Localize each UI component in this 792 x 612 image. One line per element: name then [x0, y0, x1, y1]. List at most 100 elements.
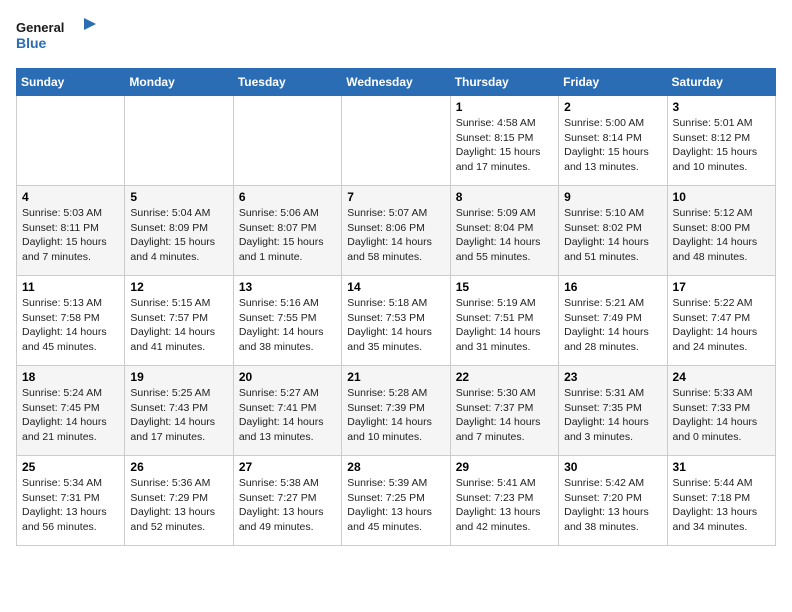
day-info: Sunrise: 5:24 AM Sunset: 7:45 PM Dayligh… — [22, 386, 119, 445]
calendar-week-row: 18 Sunrise: 5:24 AM Sunset: 7:45 PM Dayli… — [17, 366, 776, 456]
weekday-header: Saturday — [667, 69, 775, 96]
calendar-cell: 22 Sunrise: 5:30 AM Sunset: 7:37 PM Dayli… — [450, 366, 558, 456]
calendar-cell: 29Sunrise: 5:41 AM Sunset: 7:23 PM Dayli… — [450, 456, 558, 546]
day-info: Sunrise: 5:04 AM Sunset: 8:09 PM Dayligh… — [130, 206, 227, 265]
calendar-cell — [125, 96, 233, 186]
logo-svg: General Blue — [16, 16, 96, 56]
calendar-cell: 14 Sunrise: 5:18 AM Sunset: 7:53 PM Dayli… — [342, 276, 450, 366]
calendar-cell: 12 Sunrise: 5:15 AM Sunset: 7:57 PM Dayli… — [125, 276, 233, 366]
day-info: Sunrise: 5:27 AM Sunset: 7:41 PM Dayligh… — [239, 386, 336, 445]
calendar-header: SundayMondayTuesdayWednesdayThursdayFrid… — [17, 69, 776, 96]
day-number: 9 — [564, 190, 661, 204]
day-info: Sunrise: 5:31 AM Sunset: 7:35 PM Dayligh… — [564, 386, 661, 445]
day-number: 4 — [22, 190, 119, 204]
day-info: Sunrise: 5:09 AM Sunset: 8:04 PM Dayligh… — [456, 206, 553, 265]
day-number: 18 — [22, 370, 119, 384]
calendar-cell: 8 Sunrise: 5:09 AM Sunset: 8:04 PM Daylig… — [450, 186, 558, 276]
day-number: 14 — [347, 280, 444, 294]
svg-text:Blue: Blue — [16, 35, 47, 51]
day-number: 1 — [456, 100, 553, 114]
calendar-cell: 21Sunrise: 5:28 AM Sunset: 7:39 PM Dayli… — [342, 366, 450, 456]
day-number: 8 — [456, 190, 553, 204]
calendar-cell: 5Sunrise: 5:04 AM Sunset: 8:09 PM Daylig… — [125, 186, 233, 276]
calendar-cell: 27Sunrise: 5:38 AM Sunset: 7:27 PM Dayli… — [233, 456, 341, 546]
day-number: 11 — [22, 280, 119, 294]
day-info: Sunrise: 5:22 AM Sunset: 7:47 PM Dayligh… — [673, 296, 770, 355]
calendar-cell: 4 Sunrise: 5:03 AM Sunset: 8:11 PM Daylig… — [17, 186, 125, 276]
calendar-body: 1 Sunrise: 4:58 AM Sunset: 8:15 PM Daylig… — [17, 96, 776, 546]
day-info: Sunrise: 5:18 AM Sunset: 7:53 PM Dayligh… — [347, 296, 444, 355]
weekday-header: Thursday — [450, 69, 558, 96]
weekday-header: Friday — [559, 69, 667, 96]
calendar-cell — [17, 96, 125, 186]
day-info: Sunrise: 5:10 AM Sunset: 8:02 PM Dayligh… — [564, 206, 661, 265]
calendar-cell: 30 Sunrise: 5:42 AM Sunset: 7:20 PM Dayli… — [559, 456, 667, 546]
day-info: Sunrise: 5:30 AM Sunset: 7:37 PM Dayligh… — [456, 386, 553, 445]
day-info: Sunrise: 5:03 AM Sunset: 8:11 PM Dayligh… — [22, 206, 119, 265]
day-info: Sunrise: 5:13 AM Sunset: 7:58 PM Dayligh… — [22, 296, 119, 355]
day-info: Sunrise: 4:58 AM Sunset: 8:15 PM Dayligh… — [456, 116, 553, 175]
day-info: Sunrise: 5:25 AM Sunset: 7:43 PM Dayligh… — [130, 386, 227, 445]
day-info: Sunrise: 5:19 AM Sunset: 7:51 PM Dayligh… — [456, 296, 553, 355]
day-number: 17 — [673, 280, 770, 294]
day-info: Sunrise: 5:16 AM Sunset: 7:55 PM Dayligh… — [239, 296, 336, 355]
calendar-cell: 9 Sunrise: 5:10 AM Sunset: 8:02 PM Daylig… — [559, 186, 667, 276]
day-info: Sunrise: 5:06 AM Sunset: 8:07 PM Dayligh… — [239, 206, 336, 265]
calendar-cell: 3Sunrise: 5:01 AM Sunset: 8:12 PM Daylig… — [667, 96, 775, 186]
day-number: 19 — [130, 370, 227, 384]
calendar-cell: 20 Sunrise: 5:27 AM Sunset: 7:41 PM Dayli… — [233, 366, 341, 456]
day-info: Sunrise: 5:33 AM Sunset: 7:33 PM Dayligh… — [673, 386, 770, 445]
day-info: Sunrise: 5:44 AM Sunset: 7:18 PM Dayligh… — [673, 476, 770, 535]
calendar-cell: 23 Sunrise: 5:31 AM Sunset: 7:35 PM Dayli… — [559, 366, 667, 456]
calendar-cell: 1 Sunrise: 4:58 AM Sunset: 8:15 PM Daylig… — [450, 96, 558, 186]
day-number: 28 — [347, 460, 444, 474]
calendar-cell: 16Sunrise: 5:21 AM Sunset: 7:49 PM Dayli… — [559, 276, 667, 366]
calendar-cell: 7Sunrise: 5:07 AM Sunset: 8:06 PM Daylig… — [342, 186, 450, 276]
day-number: 15 — [456, 280, 553, 294]
day-number: 21 — [347, 370, 444, 384]
day-info: Sunrise: 5:15 AM Sunset: 7:57 PM Dayligh… — [130, 296, 227, 355]
calendar-cell: 10Sunrise: 5:12 AM Sunset: 8:00 PM Dayli… — [667, 186, 775, 276]
calendar-week-row: 11 Sunrise: 5:13 AM Sunset: 7:58 PM Dayli… — [17, 276, 776, 366]
day-info: Sunrise: 5:01 AM Sunset: 8:12 PM Dayligh… — [673, 116, 770, 175]
calendar-cell: 28 Sunrise: 5:39 AM Sunset: 7:25 PM Dayli… — [342, 456, 450, 546]
calendar-cell: 6 Sunrise: 5:06 AM Sunset: 8:07 PM Daylig… — [233, 186, 341, 276]
calendar-cell: 26 Sunrise: 5:36 AM Sunset: 7:29 PM Dayli… — [125, 456, 233, 546]
day-number: 23 — [564, 370, 661, 384]
day-info: Sunrise: 5:36 AM Sunset: 7:29 PM Dayligh… — [130, 476, 227, 535]
day-number: 25 — [22, 460, 119, 474]
day-info: Sunrise: 5:42 AM Sunset: 7:20 PM Dayligh… — [564, 476, 661, 535]
calendar-cell: 19 Sunrise: 5:25 AM Sunset: 7:43 PM Dayli… — [125, 366, 233, 456]
calendar-cell — [233, 96, 341, 186]
calendar-cell: 18 Sunrise: 5:24 AM Sunset: 7:45 PM Dayli… — [17, 366, 125, 456]
day-number: 24 — [673, 370, 770, 384]
day-number: 7 — [347, 190, 444, 204]
calendar-cell: 11 Sunrise: 5:13 AM Sunset: 7:58 PM Dayli… — [17, 276, 125, 366]
calendar-cell: 13 Sunrise: 5:16 AM Sunset: 7:55 PM Dayli… — [233, 276, 341, 366]
day-number: 22 — [456, 370, 553, 384]
calendar-cell: 2Sunrise: 5:00 AM Sunset: 8:14 PM Daylig… — [559, 96, 667, 186]
day-number: 30 — [564, 460, 661, 474]
day-number: 12 — [130, 280, 227, 294]
day-number: 26 — [130, 460, 227, 474]
calendar-cell: 24 Sunrise: 5:33 AM Sunset: 7:33 PM Dayli… — [667, 366, 775, 456]
day-number: 27 — [239, 460, 336, 474]
weekday-header: Sunday — [17, 69, 125, 96]
weekday-header: Monday — [125, 69, 233, 96]
day-info: Sunrise: 5:12 AM Sunset: 8:00 PM Dayligh… — [673, 206, 770, 265]
day-number: 31 — [673, 460, 770, 474]
logo: General Blue — [16, 16, 96, 56]
calendar-table: SundayMondayTuesdayWednesdayThursdayFrid… — [16, 68, 776, 546]
page-header: General Blue — [16, 16, 776, 56]
calendar-week-row: 1 Sunrise: 4:58 AM Sunset: 8:15 PM Daylig… — [17, 96, 776, 186]
calendar-cell — [342, 96, 450, 186]
calendar-cell: 31 Sunrise: 5:44 AM Sunset: 7:18 PM Dayli… — [667, 456, 775, 546]
day-info: Sunrise: 5:41 AM Sunset: 7:23 PM Dayligh… — [456, 476, 553, 535]
calendar-week-row: 4 Sunrise: 5:03 AM Sunset: 8:11 PM Daylig… — [17, 186, 776, 276]
day-number: 13 — [239, 280, 336, 294]
day-number: 16 — [564, 280, 661, 294]
day-number: 6 — [239, 190, 336, 204]
calendar-cell: 17 Sunrise: 5:22 AM Sunset: 7:47 PM Dayli… — [667, 276, 775, 366]
day-number: 20 — [239, 370, 336, 384]
day-info: Sunrise: 5:39 AM Sunset: 7:25 PM Dayligh… — [347, 476, 444, 535]
